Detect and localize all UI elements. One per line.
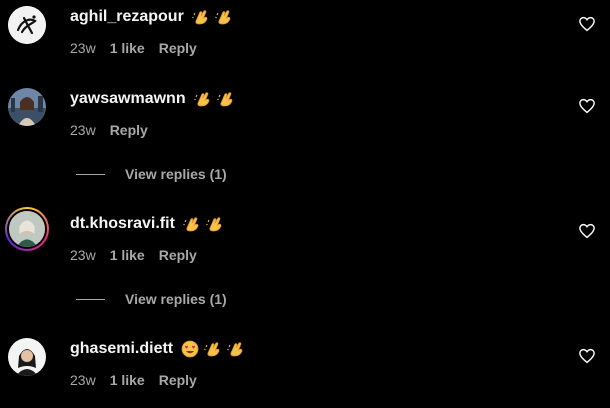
avatar[interactable] (8, 6, 46, 44)
clapping-hands-icon (204, 340, 222, 358)
like-count[interactable]: 1 like (110, 247, 145, 263)
clapping-hands-icon (206, 215, 224, 233)
heart-eyes-icon (181, 340, 199, 358)
clapping-hands-icon (227, 340, 245, 358)
portrait-photo-icon (9, 211, 45, 247)
clapping-hands-icon (193, 90, 212, 108)
like-count[interactable]: 1 like (110, 372, 145, 388)
divider-line (76, 173, 105, 175)
username-line: dt.khosravi.fit (70, 215, 224, 233)
username[interactable]: aghil_rezapour (70, 8, 184, 26)
city-photo-icon (8, 88, 46, 126)
clapping-hands-icon (214, 8, 233, 26)
username-line: yawsawmawnn (70, 90, 235, 108)
username[interactable]: yawsawmawnn (70, 90, 186, 108)
view-replies-button[interactable]: View replies (1) (76, 166, 227, 182)
comment-meta: 23w Reply (70, 122, 162, 138)
reply-button[interactable]: Reply (159, 40, 197, 56)
calligraphy-logo-icon (8, 6, 46, 44)
username-line: aghil_rezapour (70, 8, 233, 26)
reply-button[interactable]: Reply (110, 122, 148, 138)
username[interactable]: dt.khosravi.fit (70, 215, 175, 233)
reply-button[interactable]: Reply (159, 247, 197, 263)
view-replies-button[interactable]: View replies (1) (76, 291, 227, 307)
clapping-hands-icon (216, 90, 235, 108)
clapping-hands-icon (183, 215, 201, 233)
divider-line (76, 298, 105, 300)
comment-time: 23w (70, 372, 96, 388)
comment-meta: 23w 1 like Reply (70, 40, 211, 56)
clapping-hands-icon (191, 8, 210, 26)
reply-button[interactable]: Reply (159, 372, 197, 388)
like-heart-icon[interactable] (578, 347, 596, 365)
avatar[interactable] (8, 88, 46, 126)
comment-time: 23w (70, 247, 96, 263)
username[interactable]: ghasemi.diett (70, 340, 173, 358)
avatar[interactable] (8, 338, 46, 376)
avatar-story-ring[interactable] (5, 207, 49, 251)
comment-time: 23w (70, 40, 96, 56)
comment-time: 23w (70, 122, 96, 138)
portrait-photo-icon (8, 338, 46, 376)
username-line: ghasemi.diett (70, 340, 245, 358)
like-heart-icon[interactable] (578, 97, 596, 115)
like-heart-icon[interactable] (578, 15, 596, 33)
like-heart-icon[interactable] (578, 222, 596, 240)
comment-meta: 23w 1 like Reply (70, 247, 211, 263)
view-replies-label: View replies (1) (125, 291, 227, 307)
comment-meta: 23w 1 like Reply (70, 372, 211, 388)
view-replies-label: View replies (1) (125, 166, 227, 182)
like-count[interactable]: 1 like (110, 40, 145, 56)
